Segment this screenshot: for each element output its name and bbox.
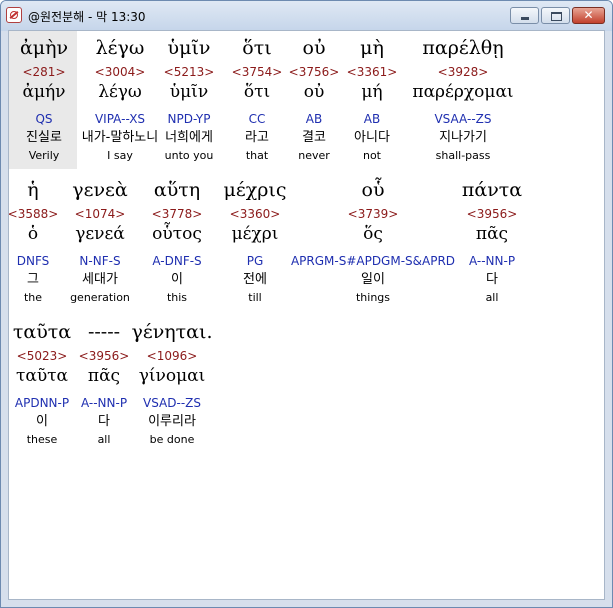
word-eng-r3-w3: be done: [149, 433, 195, 446]
minimize-icon: [521, 17, 529, 20]
word-greek-r1-w7: παρέλθῃ: [422, 37, 504, 59]
word-kor-r2-w4: 전에: [243, 272, 267, 287]
window-title: @원전분해 - 막 13:30: [28, 10, 146, 24]
word-strong-r2-w6[interactable]: <3956>: [452, 206, 532, 222]
word-strong-r2-w3[interactable]: <3778>: [137, 206, 217, 222]
word-strong-r3-w3[interactable]: <1096>: [132, 348, 212, 364]
word-greek-r2-w4: μέχρις: [223, 179, 287, 201]
word-lemma-r1-w7: παρέρχομαι: [412, 82, 514, 102]
word-eng-r2-w5: things: [355, 291, 391, 304]
minimize-button[interactable]: [510, 7, 539, 24]
word-lemma-r2-w5: ὅς: [363, 224, 383, 244]
maximize-icon: [551, 12, 562, 21]
close-button[interactable]: ✕: [572, 7, 605, 24]
word-strong-r1-w2[interactable]: <3004>: [80, 64, 160, 80]
word-strong-r2-w4[interactable]: <3360>: [215, 206, 295, 222]
word-strong-r1-w1[interactable]: <281>: [9, 64, 84, 80]
title-bar[interactable]: @원전분해 - 막 13:30 ✕: [1, 1, 612, 31]
word-eng-r2-w3: this: [166, 291, 188, 304]
word-strong-r2-w5[interactable]: <3739>: [333, 206, 413, 222]
word-kor-r1-w7: 지나가기: [439, 130, 487, 145]
word-kor-r2-w5: 일이: [361, 272, 385, 287]
word-kor-r2-w6: 다: [486, 272, 498, 287]
word-eng-r1-w7: shall-pass: [435, 149, 491, 162]
word-lemma-r2-w4: μέχρι: [231, 224, 279, 244]
app-window: @원전분해 - 막 13:30 ✕ ἀμὴν <281> ἀμήν QS 진실로 Veri…: [0, 0, 613, 608]
app-icon[interactable]: [6, 7, 22, 23]
word-strong-r1-w6[interactable]: <3361>: [332, 64, 412, 80]
word-eng-r1-w6: not: [362, 149, 381, 162]
word-morph-r3-w3: VSAD--ZS: [143, 396, 201, 410]
word-greek-r2-w6: πάντα: [461, 179, 523, 201]
word-strong-r1-w7[interactable]: <3928>: [423, 64, 503, 80]
maximize-button[interactable]: [541, 7, 570, 24]
word-lemma-r2-w6: πᾶς: [475, 224, 509, 244]
word-lemma-r3-w3: γίνομαι: [138, 366, 206, 386]
close-icon: ✕: [583, 8, 594, 22]
analysis-panel: ἀμὴν <281> ἀμήν QS 진실로 Verily λέγω <3004> λέγω VI…: [8, 30, 605, 600]
word-greek-r3-w3: γένηται.: [131, 321, 213, 343]
word-kor-r3-w3: 이루리라: [148, 414, 196, 429]
word-morph-r2-w6: A--NN-P: [468, 254, 516, 268]
word-greek-r2-w5: οὗ: [361, 179, 385, 201]
word-eng-r2-w6: all: [485, 291, 499, 304]
word-strong-r2-w2[interactable]: <1074>: [60, 206, 140, 222]
word-morph-r1-w7: VSAA--ZS: [434, 112, 492, 126]
word-eng-r2-w4: till: [248, 291, 262, 304]
